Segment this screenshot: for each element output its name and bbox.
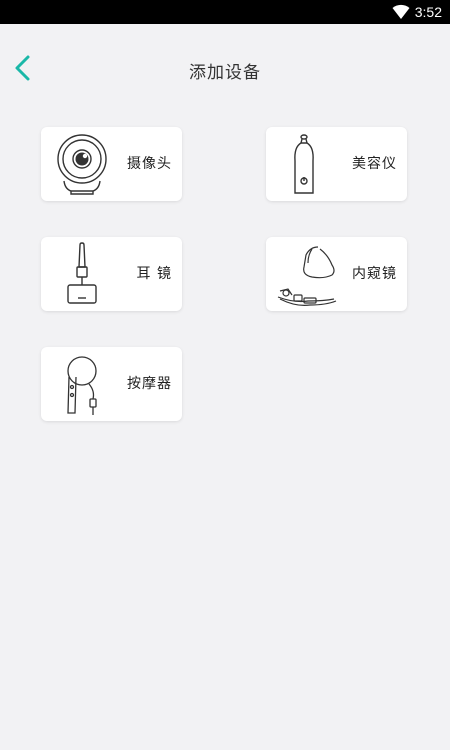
device-label-camera: 摄像头 <box>127 156 172 172</box>
massager-icon <box>67 356 97 415</box>
device-label-beauty-device: 美容仪 <box>352 156 397 172</box>
page-title: 添加设备 <box>189 63 261 83</box>
beauty-device-icon <box>294 134 314 194</box>
device-card-beauty-device[interactable]: 美容仪 <box>266 127 407 201</box>
wifi-icon <box>392 4 410 19</box>
device-card-camera[interactable]: 摄像头 <box>41 127 182 201</box>
device-card-endoscope[interactable]: 内窥镜 <box>266 237 407 311</box>
status-time: 3:52 <box>414 4 442 20</box>
device-label-massager: 按摩器 <box>127 376 172 392</box>
device-label-endoscope: 内窥镜 <box>352 266 397 282</box>
status-bar: 3:52 <box>0 0 450 24</box>
otoscope-icon <box>67 242 97 304</box>
device-card-massager[interactable]: 按摩器 <box>41 347 182 421</box>
camera-icon <box>57 134 107 195</box>
device-card-otoscope[interactable]: 耳 镜 <box>41 237 182 311</box>
header: 添加设备 <box>0 24 450 114</box>
endoscope-icon <box>277 246 337 306</box>
device-label-otoscope: 耳 镜 <box>136 266 172 282</box>
